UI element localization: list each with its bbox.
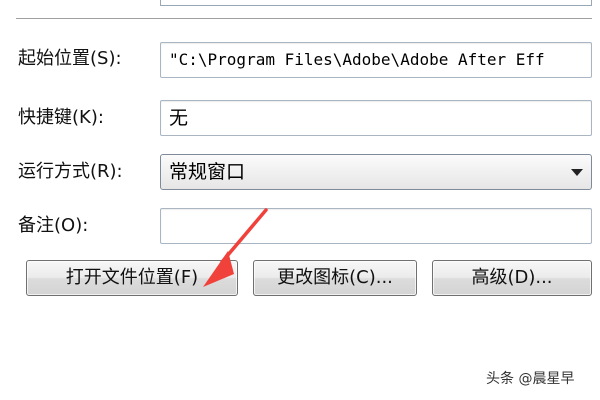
- shortcut-properties-panel: 起始位置(S): "C:\Program Files\Adobe\Adobe A…: [0, 0, 600, 400]
- run-select-value: 常规窗口: [169, 161, 246, 183]
- comment-label: 备注(O):: [18, 215, 89, 236]
- change-icon-button[interactable]: 更改图标(C)...: [253, 260, 417, 296]
- shortcut-key-label: 快捷键(K):: [18, 107, 104, 128]
- shortcut-key-field[interactable]: 无: [160, 100, 592, 136]
- start-in-field[interactable]: "C:\Program Files\Adobe\Adobe After Eff: [160, 42, 592, 78]
- open-file-location-button[interactable]: 打开文件位置(F): [26, 260, 238, 296]
- run-select[interactable]: 常规窗口: [160, 154, 592, 190]
- chevron-down-icon: [571, 169, 583, 176]
- start-in-label: 起始位置(S):: [18, 48, 122, 69]
- advanced-button[interactable]: 高级(D)...: [432, 260, 592, 296]
- run-label: 运行方式(R):: [18, 161, 123, 182]
- section-divider: [16, 18, 592, 20]
- comment-field[interactable]: [160, 208, 592, 244]
- watermark: 头条 @晨星早: [486, 371, 575, 387]
- cropped-field-top: [160, 0, 592, 6]
